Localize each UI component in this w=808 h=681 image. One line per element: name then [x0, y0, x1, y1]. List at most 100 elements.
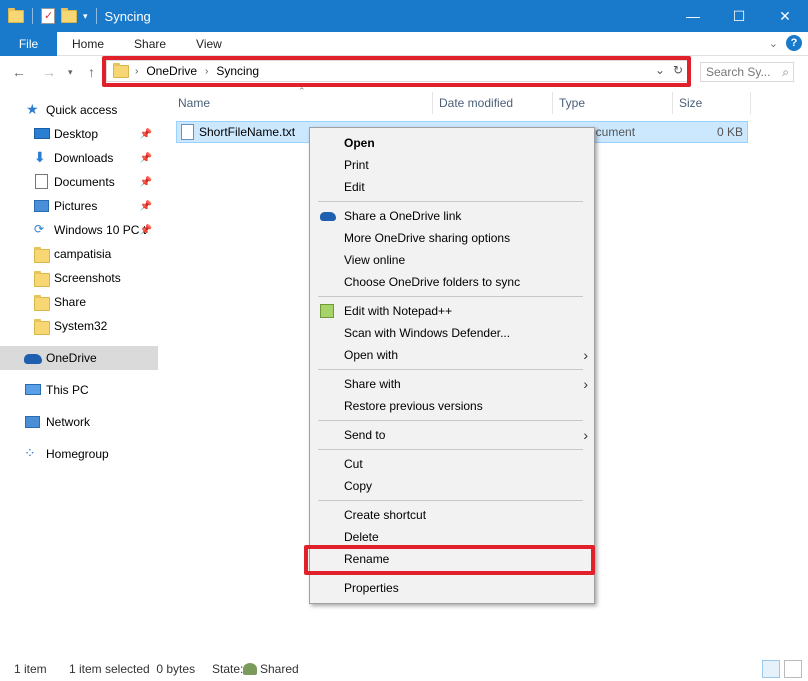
menu-item-send-to[interactable]: Send to › — [344, 424, 588, 446]
menu-item-properties[interactable]: Properties — [344, 577, 584, 599]
sidebar-item-label: campatisia — [54, 247, 112, 261]
pictures-icon — [34, 200, 49, 212]
navigation-pane: ★ Quick access Desktop 📌 ⬇ Downloads 📌 D… — [0, 96, 158, 656]
column-name[interactable]: Name — [178, 96, 210, 110]
folder-icon — [8, 7, 24, 23]
sidebar-item-this-pc[interactable]: This PC — [0, 378, 158, 402]
menu-item-label: Share with — [344, 377, 401, 391]
tab-home[interactable]: Home — [57, 37, 119, 51]
file-size: 0 KB — [716, 125, 743, 139]
file-type: ocument — [589, 125, 636, 139]
sidebar-item-screenshots[interactable]: Screenshots — [0, 266, 158, 290]
network-icon — [25, 416, 40, 428]
menu-item-edit-notepad[interactable]: Edit with Notepad++ — [320, 300, 584, 322]
menu-item-share-with[interactable]: Share with › — [344, 373, 588, 395]
divider[interactable] — [552, 92, 553, 114]
sidebar-item-quick-access[interactable]: ★ Quick access — [0, 98, 158, 122]
sidebar-item-label: Downloads — [54, 151, 114, 165]
sidebar-item-pictures[interactable]: Pictures 📌 — [0, 194, 158, 218]
pin-icon[interactable]: 📌 — [140, 129, 152, 140]
state-label: State: — [212, 662, 244, 676]
menu-item-open[interactable]: Open — [344, 132, 584, 154]
menu-item-scan-defender[interactable]: Scan with Windows Defender... — [344, 322, 584, 344]
title-bar: ▾ Syncing — ☐ ✕ — [0, 0, 808, 32]
large-icons-view-icon[interactable] — [784, 660, 802, 678]
close-button[interactable]: ✕ — [762, 0, 808, 32]
chevron-right-icon: › — [583, 427, 588, 443]
tab-file[interactable]: File — [0, 31, 57, 56]
column-headers: Name Date modified Type Size — [170, 92, 751, 114]
help-icon[interactable]: ? — [786, 35, 802, 51]
sidebar-item-desktop[interactable]: Desktop 📌 — [0, 122, 158, 146]
sidebar-item-label: Windows 10 PC t — [54, 223, 147, 237]
sidebar-item-label: Homegroup — [46, 447, 109, 461]
customize-toolbar-icon[interactable]: ▾ — [83, 11, 88, 22]
column-type[interactable]: Type — [559, 96, 585, 110]
menu-item-share-onedrive-link[interactable]: Share a OneDrive link — [320, 205, 584, 227]
sidebar-item-downloads[interactable]: ⬇ Downloads 📌 — [0, 146, 158, 170]
divider — [318, 201, 583, 202]
up-icon[interactable]: ↑ — [88, 64, 95, 80]
sidebar-item-label: Pictures — [54, 199, 98, 213]
sidebar-item-documents[interactable]: Documents 📌 — [0, 170, 158, 194]
sidebar-item-homegroup[interactable]: ⁘ Homegroup — [0, 442, 158, 466]
item-count: 1 item — [14, 662, 47, 676]
menu-item-choose-folders[interactable]: Choose OneDrive folders to sync — [344, 271, 584, 293]
search-icon: ⌕ — [782, 64, 789, 79]
divider[interactable] — [750, 92, 751, 114]
pin-icon[interactable]: 📌 — [140, 225, 152, 236]
divider — [318, 296, 583, 297]
sidebar-item-campatisia[interactable]: campatisia — [0, 242, 158, 266]
column-size[interactable]: Size — [679, 96, 702, 110]
maximize-button[interactable]: ☐ — [716, 0, 762, 32]
divider — [318, 500, 583, 501]
menu-item-copy[interactable]: Copy — [344, 475, 584, 497]
pin-icon[interactable]: 📌 — [140, 177, 152, 188]
desktop-icon — [34, 128, 50, 139]
menu-item-more-sharing-options[interactable]: More OneDrive sharing options — [344, 227, 584, 249]
recent-locations-icon[interactable]: ▾ — [68, 67, 73, 78]
menu-item-create-shortcut[interactable]: Create shortcut — [344, 504, 584, 526]
sidebar-item-share[interactable]: Share — [0, 290, 158, 314]
file-name: ShortFileName.txt — [199, 125, 296, 139]
sidebar-item-label: Documents — [54, 175, 115, 189]
status-bar: 1 item 1 item selected 0 bytes State: Sh… — [0, 658, 808, 681]
minimize-button[interactable]: — — [670, 0, 716, 32]
menu-item-view-online[interactable]: View online — [344, 249, 584, 271]
menu-item-edit[interactable]: Edit — [344, 176, 584, 198]
notepad-plus-icon — [320, 304, 334, 318]
new-folder-icon[interactable] — [61, 7, 77, 23]
sidebar-item-windows-10-pc[interactable]: ⟳ Windows 10 PC t 📌 — [0, 218, 158, 242]
sidebar-item-network[interactable]: Network — [0, 410, 158, 434]
sidebar-item-system32[interactable]: System32 — [0, 314, 158, 338]
divider[interactable] — [672, 92, 673, 114]
pin-icon[interactable]: 📌 — [140, 201, 152, 212]
tab-share[interactable]: Share — [119, 37, 181, 51]
onedrive-icon — [320, 212, 336, 221]
sidebar-item-label: Quick access — [46, 103, 118, 117]
menu-item-cut[interactable]: Cut — [344, 453, 584, 475]
properties-icon[interactable] — [41, 8, 55, 24]
menu-item-print[interactable]: Print — [344, 154, 584, 176]
window-title: Syncing — [104, 8, 151, 24]
state-value: Shared — [260, 662, 299, 676]
sidebar-item-label: Share — [54, 295, 87, 309]
sidebar-item-label: System32 — [54, 319, 108, 333]
tab-view[interactable]: View — [181, 37, 237, 51]
details-view-icon[interactable] — [762, 660, 780, 678]
pin-icon[interactable]: 📌 — [140, 153, 152, 164]
expand-ribbon-icon[interactable]: ⌄ — [769, 37, 778, 50]
divider — [32, 8, 33, 24]
divider — [318, 369, 583, 370]
divider — [318, 420, 583, 421]
menu-item-open-with[interactable]: Open with › — [344, 344, 588, 366]
sidebar-item-onedrive[interactable]: OneDrive — [0, 346, 158, 370]
menu-item-restore-versions[interactable]: Restore previous versions — [344, 395, 584, 417]
column-date-modified[interactable]: Date modified — [439, 96, 513, 110]
divider[interactable] — [432, 92, 433, 114]
back-icon[interactable]: ← — [12, 64, 26, 80]
search-input[interactable]: Search Sy... ⌕ — [700, 62, 794, 82]
selection-info: 1 item selected 0 bytes — [69, 662, 196, 676]
forward-icon[interactable]: → — [42, 64, 56, 80]
pc-icon — [25, 384, 41, 395]
